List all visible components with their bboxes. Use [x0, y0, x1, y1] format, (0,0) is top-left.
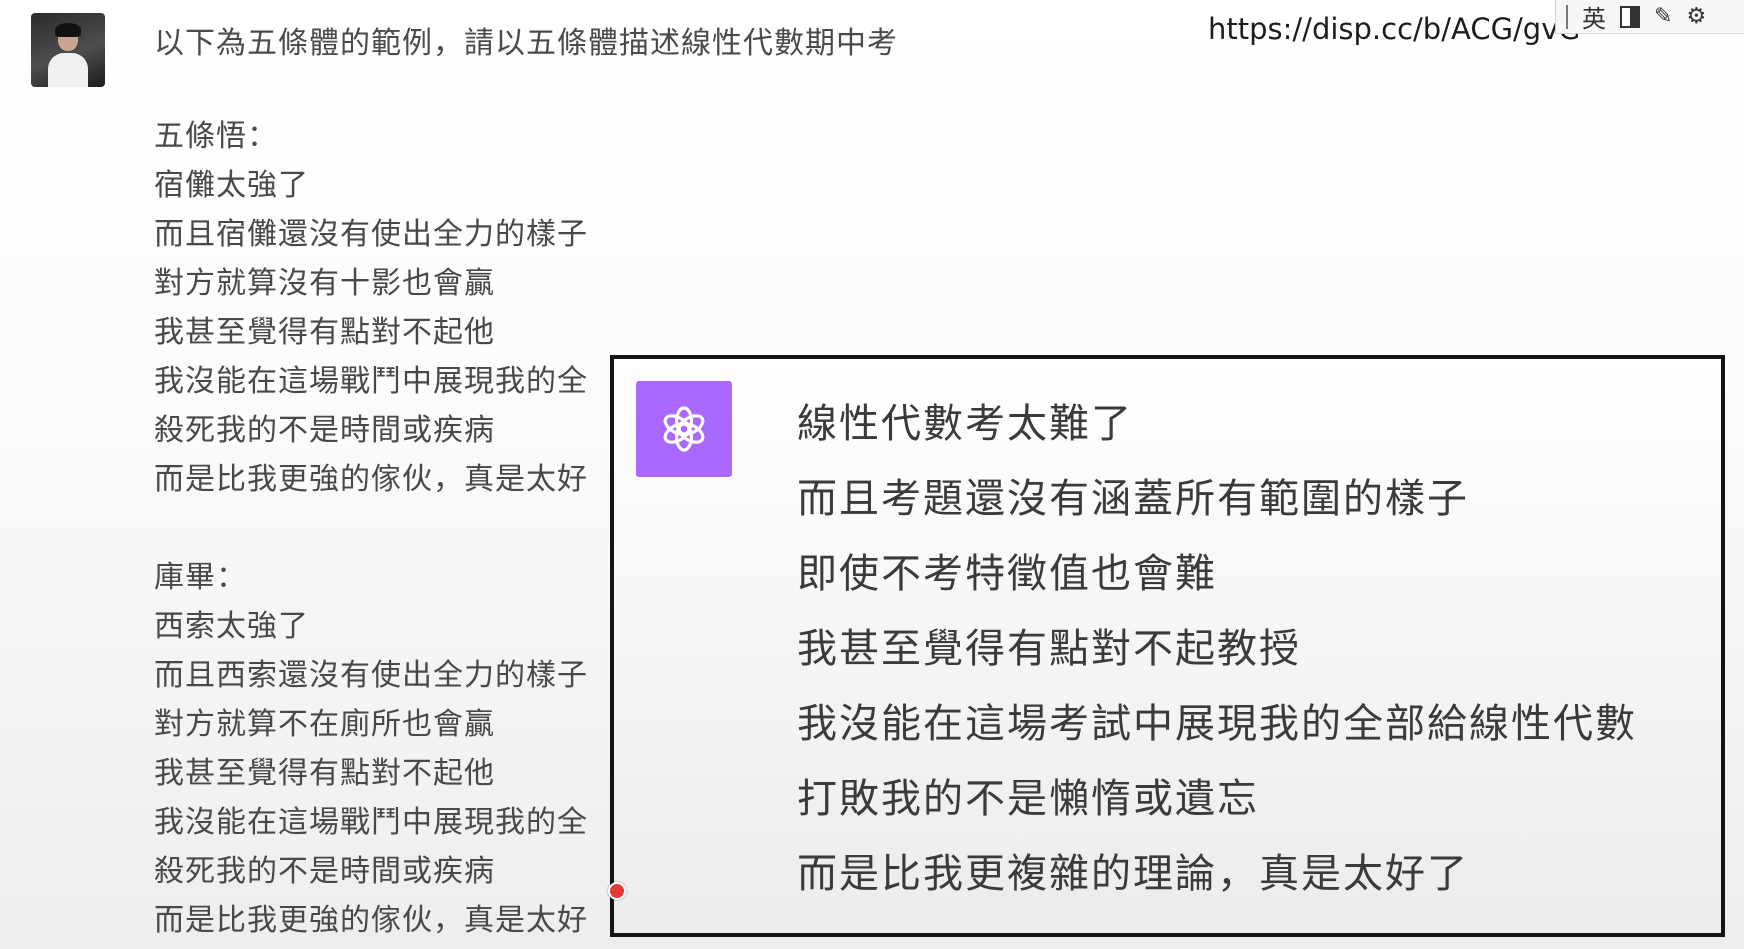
response-line: 即使不考特徵值也會難	[797, 551, 1217, 597]
example-line: 殺死我的不是時間或疾病	[154, 413, 495, 448]
example-line: 我沒能在這場戰鬥中展現我的全	[154, 805, 588, 840]
response-line: 我甚至覺得有點對不起教授	[797, 626, 1301, 672]
ime-toolbar: 英 ✎ ⚙	[1555, 0, 1744, 34]
response-line: 打敗我的不是懶惰或遺忘	[797, 776, 1259, 822]
user-message-body: 五條悟： 宿儺太強了 而且宿儺還沒有使出全力的樣子 對方就算沒有十影也會贏 我甚…	[154, 112, 588, 945]
example-title: 五條悟：	[154, 119, 278, 154]
response-line: 而且考題還沒有涵蓋所有範圍的樣子	[797, 476, 1469, 522]
mouse-cursor-indicator	[608, 882, 626, 900]
example-line: 對方就算沒有十影也會贏	[154, 266, 495, 301]
example-line: 對方就算不在廁所也會贏	[154, 707, 495, 742]
example-line: 西索太強了	[154, 609, 309, 644]
url-overlay: https://disp.cc/b/ACG/gvG	[1208, 12, 1578, 46]
example-line: 而且西索還沒有使出全力的樣子	[154, 658, 588, 693]
example-line: 而且宿儺還沒有使出全力的樣子	[154, 217, 588, 252]
ime-mode-label[interactable]: 英	[1582, 0, 1606, 34]
assistant-response-overlay: 線性代數考太難了 而且考題還沒有涵蓋所有範圍的樣子 即使不考特徵值也會難 我甚至…	[610, 355, 1725, 937]
example-line: 我甚至覺得有點對不起他	[154, 315, 495, 350]
half-width-icon[interactable]	[1620, 5, 1640, 28]
example-line: 宿儺太強了	[154, 168, 309, 203]
example-line: 而是比我更強的傢伙，真是太好	[154, 462, 588, 497]
user-prompt: 以下為五條體的範例，請以五條體描述線性代數期中考	[154, 26, 898, 61]
example-line: 殺死我的不是時間或疾病	[154, 854, 495, 889]
tools-icon[interactable]: ✎	[1654, 4, 1672, 29]
gear-icon[interactable]: ⚙	[1686, 4, 1706, 29]
example-line: 而是比我更強的傢伙，真是太好	[154, 903, 588, 938]
openai-knot-icon	[663, 406, 705, 452]
response-line: 而是比我更複雜的理論，真是太好了	[797, 851, 1469, 897]
assistant-response-text: 線性代數考太難了 而且考題還沒有涵蓋所有範圍的樣子 即使不考特徵值也會難 我甚至…	[797, 387, 1637, 912]
response-line: 我沒能在這場考試中展現我的全部給線性代數	[797, 701, 1637, 747]
user-avatar	[31, 13, 105, 87]
example-title: 庫畢：	[154, 560, 247, 595]
chatgpt-logo-icon	[636, 381, 732, 477]
example-line: 我甚至覺得有點對不起他	[154, 756, 495, 791]
example-line: 我沒能在這場戰鬥中展現我的全	[154, 364, 588, 399]
text-cursor-icon[interactable]	[1566, 4, 1568, 29]
response-line: 線性代數考太難了	[797, 401, 1133, 447]
